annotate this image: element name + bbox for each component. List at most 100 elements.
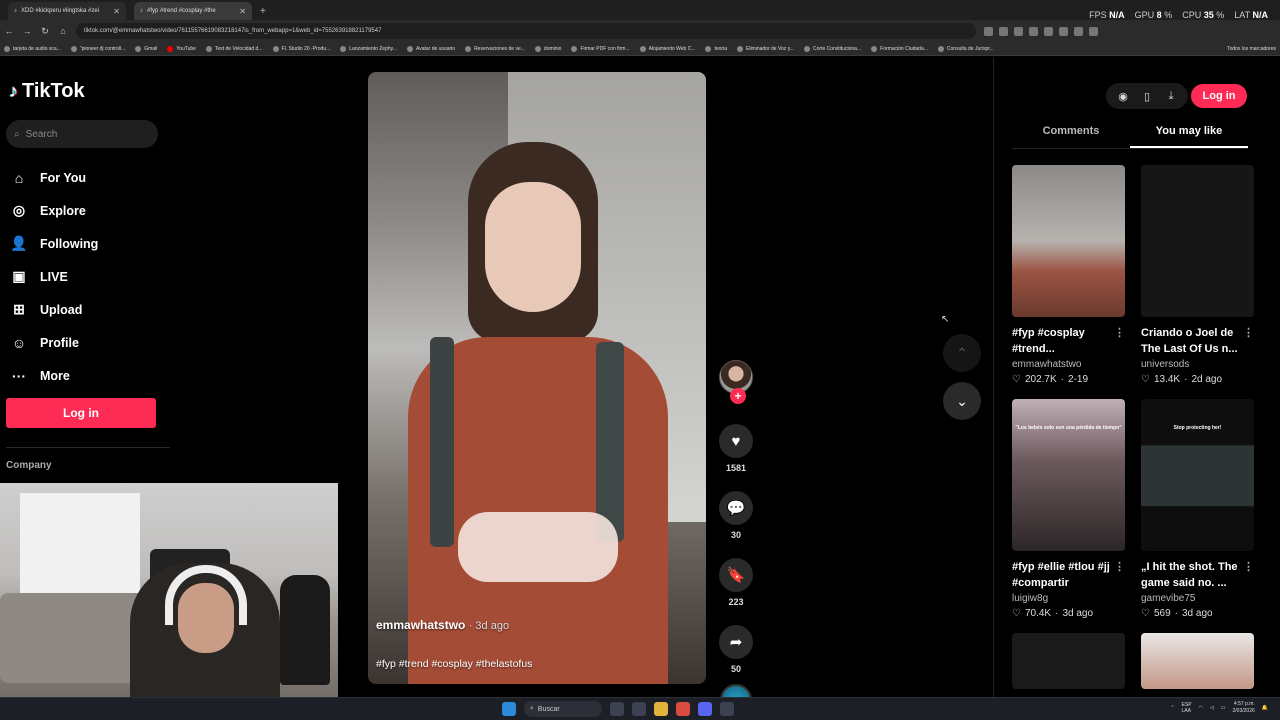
card-author[interactable]: luigiw8g: [1012, 593, 1125, 604]
bookmark[interactable]: Corte Constituciona...: [804, 45, 861, 52]
sidebar-login-button[interactable]: Log in: [6, 398, 156, 428]
phone-icon[interactable]: ▯: [1136, 86, 1158, 106]
taskbar-search[interactable]: ⌕ Buscar: [524, 701, 602, 717]
video-card[interactable]: [1141, 633, 1254, 689]
kebab-menu-icon[interactable]: ⋮: [1114, 559, 1125, 591]
next-video-button[interactable]: ⌄: [943, 382, 981, 420]
sidebar-item-upload[interactable]: ⊞ Upload: [10, 293, 98, 326]
bookmark[interactable]: YouTube: [167, 45, 196, 52]
author-avatar[interactable]: +: [719, 360, 753, 404]
browser-tab[interactable]: ♪ XDD #kickperu #lingtska #zei ✕: [8, 2, 126, 20]
bookmark[interactable]: dominio: [534, 45, 561, 52]
language-indicator[interactable]: ESP LAA: [1182, 702, 1192, 714]
bookmark[interactable]: tarjeta de audio sca...: [4, 45, 61, 52]
tab-you-may-like[interactable]: You may like: [1130, 125, 1248, 148]
windows-start-icon[interactable]: [502, 702, 516, 716]
follow-plus-icon[interactable]: +: [730, 388, 746, 404]
sidebar-item-following[interactable]: 👤 Following: [10, 227, 98, 260]
card-author[interactable]: emmawhatstwo: [1012, 359, 1125, 370]
browser-tab-active[interactable]: ♪ #fyp #trend #cosplay #the ✕: [134, 2, 252, 20]
bookmark[interactable]: Firmar PDF con firm...: [571, 45, 630, 52]
bookmark[interactable]: Reservaciones de ve...: [465, 45, 525, 52]
copilot-icon[interactable]: [632, 702, 646, 716]
video-thumbnail[interactable]: [1141, 165, 1254, 317]
all-bookmarks-folder[interactable]: Todos los marcadores: [1227, 46, 1276, 52]
coins-icon[interactable]: ◉: [1112, 86, 1134, 106]
bookmark[interactable]: Formación Ciudada...: [871, 45, 928, 52]
company-link[interactable]: Company: [6, 460, 52, 471]
sidebar-item-live[interactable]: ▣ LIVE: [10, 260, 98, 293]
share-button[interactable]: ➦: [719, 625, 753, 659]
bookmark[interactable]: Eliminador de Voz y...: [737, 45, 794, 52]
kebab-menu-icon[interactable]: ⋮: [1243, 325, 1254, 357]
wifi-icon[interactable]: ◠: [1199, 705, 1203, 711]
back-icon[interactable]: ←: [4, 26, 14, 36]
battery-icon[interactable]: ▭: [1221, 705, 1226, 711]
url-field[interactable]: tiktok.com/@emmawhatstwo/video/761155766…: [76, 23, 976, 39]
bookmark[interactable]: FL Studio 20 -Produ...: [272, 45, 330, 52]
like-button[interactable]: ♥: [719, 424, 753, 458]
obs-icon[interactable]: [720, 702, 734, 716]
bookmark[interactable]: Consulta de Jurispr...: [937, 45, 994, 52]
video-card[interactable]: [1012, 633, 1125, 689]
video-thumbnail[interactable]: Stop protecting her!: [1141, 399, 1254, 551]
video-thumbnail[interactable]: [1012, 165, 1125, 317]
tab-comments[interactable]: Comments: [1012, 125, 1130, 148]
discord-icon[interactable]: [698, 702, 712, 716]
extension-icon[interactable]: [1074, 26, 1083, 36]
video-card[interactable]: "Los bebés solo son una pérdida de tiemp…: [1012, 399, 1125, 619]
bookmark[interactable]: teoria: [705, 45, 727, 52]
bookmark[interactable]: Gmail: [135, 45, 157, 52]
bookmark[interactable]: Avatar de usuario: [406, 45, 455, 52]
video-author[interactable]: emmawhatstwo: [376, 618, 465, 632]
extension-icon[interactable]: [984, 26, 993, 36]
video-thumbnail[interactable]: [1012, 633, 1125, 689]
sidebar-item-more[interactable]: ··· More: [10, 359, 98, 392]
chevron-up-icon[interactable]: ⌃: [1170, 705, 1174, 711]
header-login-button[interactable]: Log in: [1191, 84, 1247, 108]
kebab-menu-icon[interactable]: ⋮: [1114, 325, 1125, 357]
extension-icon[interactable]: [1089, 26, 1098, 36]
kebab-menu-icon[interactable]: ⋮: [1243, 559, 1254, 591]
video-card[interactable]: #fyp #cosplay #trend... ⋮ emmawhatstwo ♡ 2…: [1012, 165, 1125, 385]
card-author[interactable]: gamevibe75: [1141, 593, 1254, 604]
chrome-icon[interactable]: [676, 702, 690, 716]
extension-icon[interactable]: [1059, 26, 1068, 36]
new-tab-icon[interactable]: +: [260, 2, 266, 20]
volume-icon[interactable]: ◁: [1210, 705, 1214, 711]
previous-video-button[interactable]: ⌃: [943, 334, 981, 372]
reload-icon[interactable]: ↻: [40, 26, 50, 37]
save-button[interactable]: 🔖: [719, 558, 753, 592]
home-browser-icon[interactable]: ⌂: [58, 26, 68, 36]
bookmark[interactable]: Test de Velocidad d...: [205, 45, 263, 52]
taskbar-clock[interactable]: 4:57 p.m. 2/03/2026: [1233, 701, 1255, 715]
video-card[interactable]: Criando o Joel de The Last Of Us n... ⋮ u…: [1141, 165, 1254, 385]
video-hashtags[interactable]: #fyp #trend #cosplay #thelastofus: [376, 658, 532, 670]
card-stats: ♡ 569 · 3d ago: [1141, 608, 1254, 619]
extension-icon[interactable]: [1029, 26, 1038, 36]
bookmark[interactable]: Lanzamiento Zephy...: [340, 45, 397, 52]
comment-button[interactable]: 💬: [719, 491, 753, 525]
sidebar-item-explore[interactable]: ◎ Explore: [10, 194, 98, 227]
bookmark[interactable]: "pioneer dj controll...: [70, 45, 125, 52]
extension-icon[interactable]: [999, 26, 1008, 36]
card-author[interactable]: universods: [1141, 359, 1254, 370]
forward-icon[interactable]: →: [22, 26, 32, 36]
sidebar-item-profile[interactable]: ☺ Profile: [10, 326, 98, 359]
sidebar-item-for-you[interactable]: ⌂ For You: [10, 161, 98, 194]
close-tab-icon[interactable]: ✕: [113, 7, 120, 16]
video-thumbnail[interactable]: [1141, 633, 1254, 689]
video-card[interactable]: Stop protecting her! „I hit the shot. Th…: [1141, 399, 1254, 619]
extension-icon[interactable]: [1014, 26, 1023, 36]
search-input[interactable]: ⌕ Search: [6, 120, 158, 148]
download-icon[interactable]: ⤓: [1160, 86, 1182, 106]
tiktok-logo[interactable]: ♪ TikTok: [9, 80, 85, 103]
close-tab-icon[interactable]: ✕: [239, 7, 246, 16]
notification-bell-icon[interactable]: 🔔: [1262, 705, 1268, 711]
bookmark[interactable]: Alojamiento Web C...: [639, 45, 695, 52]
extension-icon[interactable]: [1044, 26, 1053, 36]
video-player[interactable]: emmawhatstwo · 3d ago #fyp #trend #cospl…: [368, 72, 706, 684]
task-view-icon[interactable]: [610, 702, 624, 716]
video-thumbnail[interactable]: "Los bebés solo son una pérdida de tiemp…: [1012, 399, 1125, 551]
file-explorer-icon[interactable]: [654, 702, 668, 716]
